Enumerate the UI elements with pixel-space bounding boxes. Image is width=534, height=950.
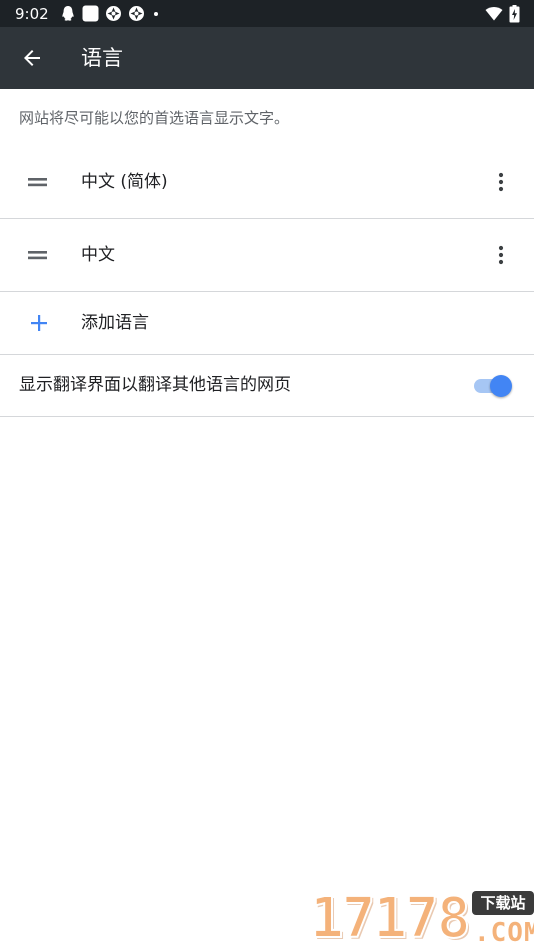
watermark-suffix: .COM [474, 918, 534, 948]
more-vert-icon [498, 245, 504, 265]
arrow-back-icon [24, 50, 40, 66]
square-app-icon [82, 5, 99, 22]
translate-setting-row[interactable]: 显示翻译界面以翻译其他语言的网页 [0, 355, 534, 416]
translate-toggle-label: 显示翻译界面以翻译其他语言的网页 [19, 375, 291, 395]
language-item[interactable]: 中文 [0, 219, 534, 291]
notification-icons [60, 5, 161, 22]
app-bar: 语言 [0, 27, 534, 89]
plus-icon [28, 312, 50, 334]
back-button[interactable] [12, 38, 52, 78]
battery-charging-icon [509, 4, 520, 22]
description-text: 网站将尽可能以您的首选语言显示文字。 [19, 109, 290, 127]
drag-handle-icon[interactable] [22, 247, 54, 263]
watermark-logo: 17178 下载站 .COM [308, 885, 534, 950]
wifi-icon [485, 7, 503, 21]
divider [0, 416, 534, 417]
language-label: 中文 (简体) [81, 172, 168, 192]
aperture-icon [129, 6, 144, 21]
drag-handle-icon[interactable] [22, 174, 54, 190]
page-title: 语言 [81, 46, 123, 70]
toggle-thumb [490, 375, 512, 397]
language-item[interactable]: 中文 (简体) [0, 146, 534, 218]
status-bar: 9:02 [0, 0, 534, 27]
add-language-button[interactable]: 添加语言 [0, 292, 534, 354]
aperture-icon [106, 6, 121, 21]
translate-toggle-switch[interactable] [474, 373, 514, 399]
status-time: 9:02 [15, 5, 49, 23]
more-vert-icon [498, 172, 504, 192]
dot-icon [154, 12, 158, 16]
more-options-button[interactable] [481, 235, 521, 275]
watermark-digits: 17178 [309, 886, 472, 950]
qq-icon [62, 6, 74, 21]
add-language-label: 添加语言 [81, 313, 149, 333]
watermark-badge: 下载站 [472, 891, 534, 915]
more-options-button[interactable] [481, 162, 521, 202]
language-label: 中文 [81, 245, 115, 265]
system-icons [485, 4, 520, 23]
